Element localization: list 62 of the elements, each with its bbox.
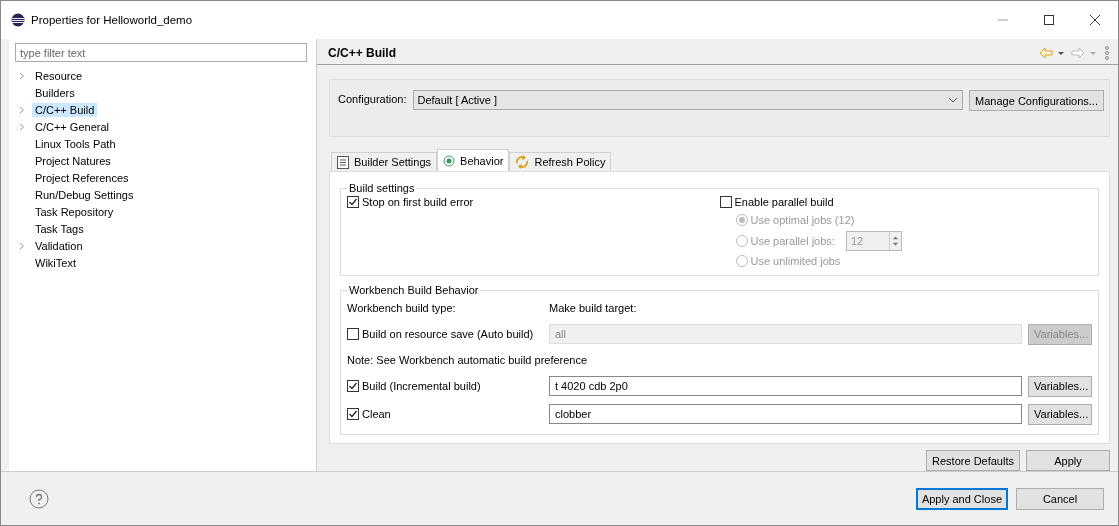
radio-label: Use parallel jobs: <box>750 234 835 247</box>
radio-label: Use unlimited jobs <box>750 255 841 267</box>
tree-item[interactable]: Resource <box>32 68 86 83</box>
checkbox-box[interactable] <box>347 380 359 392</box>
dialog-button[interactable]: Apply and Close <box>915 487 1008 510</box>
radio-label: Use optimal jobs (12) <box>750 214 855 226</box>
build-target-field[interactable]: clobber <box>549 404 1022 424</box>
refresh-icon <box>515 155 530 169</box>
checkbox-label: Build on resource save (Auto build) <box>362 328 534 340</box>
column-heading: Workbench build type: <box>347 302 457 314</box>
checkbox[interactable]: Clean <box>347 406 543 422</box>
chevron-icon[interactable] <box>18 71 26 80</box>
build-target-field[interactable]: t 4020 cdb 2p0 <box>549 376 1022 396</box>
tree-item[interactable]: C/C++ General <box>32 119 112 134</box>
list-icon <box>337 155 349 169</box>
manage-configurations-button[interactable]: Manage Configurations... <box>969 90 1104 111</box>
checkbox-box[interactable] <box>347 408 359 420</box>
window-title: Properties for Helloworld_demo <box>31 14 194 26</box>
chevron-icon[interactable] <box>18 122 26 131</box>
chevron-down-icon[interactable] <box>948 97 959 103</box>
filter-field[interactable]: type filter text <box>15 43 307 62</box>
checkbox[interactable]: Build (Incremental build) <box>347 378 543 394</box>
variables-button[interactable]: Variables... <box>1028 375 1092 397</box>
chevron-icon[interactable] <box>18 105 26 114</box>
checkbox-box[interactable] <box>347 196 359 208</box>
tab[interactable]: Refresh Policy <box>509 152 612 171</box>
tree-item[interactable]: Task Tags <box>32 221 87 236</box>
eclipse-logo-icon <box>11 13 25 27</box>
note-text: Note: See Workbench automatic build preference <box>347 354 589 366</box>
tree-item[interactable]: Run/Debug Settings <box>32 187 137 202</box>
help-icon[interactable] <box>29 488 49 509</box>
tree-item[interactable]: WikiText <box>32 255 79 270</box>
configuration-dropdown[interactable]: Default [ Active ] <box>412 90 964 110</box>
checkbox-label: Build (Incremental build) <box>362 380 481 392</box>
radio-icon <box>443 154 456 167</box>
tree-item[interactable]: C/C++ Build <box>32 102 98 117</box>
checkbox-box[interactable] <box>719 196 732 208</box>
chevron-icon[interactable] <box>18 241 26 250</box>
checkbox-label: Stop on first build error <box>362 196 474 208</box>
page-title: C/C++ Build <box>328 45 397 60</box>
page-button[interactable]: Apply <box>1026 450 1110 471</box>
column-heading: Make build target: <box>549 302 638 314</box>
checkbox[interactable]: Enable parallel build <box>719 194 1092 210</box>
checkbox-label: Clean <box>362 408 391 420</box>
variables-button[interactable]: Variables... <box>1028 403 1092 425</box>
tree-item[interactable]: Project References <box>32 170 132 185</box>
page-button[interactable]: Restore Defaults <box>926 450 1020 471</box>
tab[interactable]: Behavior <box>437 149 510 171</box>
checkbox-label: Enable parallel build <box>734 196 834 208</box>
tree-item[interactable]: Linux Tools Path <box>32 136 119 151</box>
configuration-label: Configuration: <box>338 93 407 105</box>
group-title: Build settings <box>348 182 416 194</box>
tree-item[interactable]: Builders <box>32 85 78 100</box>
tree-item[interactable]: Task Repository <box>32 204 117 219</box>
tree-item[interactable]: Project Natures <box>32 153 114 168</box>
dialog-button[interactable]: Cancel <box>1016 487 1104 510</box>
more-icon[interactable] <box>1104 45 1110 60</box>
tree-item[interactable]: Validation <box>32 238 86 253</box>
forward-arrow-icon[interactable] <box>1071 46 1085 59</box>
tab[interactable]: Builder Settings <box>331 152 438 171</box>
checkbox[interactable]: Stop on first build error <box>347 194 720 210</box>
group-title: Workbench Build Behavior <box>348 284 480 296</box>
